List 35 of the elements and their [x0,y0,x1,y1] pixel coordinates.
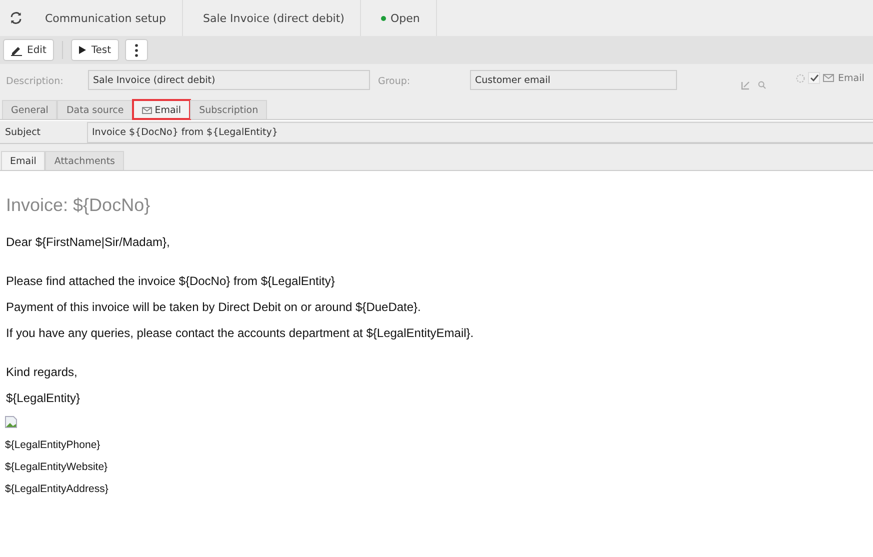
email-option-label: Email [838,72,864,84]
email-text: Payment of this invoice will be taken by Direct Debit on or around ${DueDate}. [6,300,422,314]
envelope-icon [142,106,152,114]
loading-icon [796,74,805,82]
field-label: Description: [6,76,64,87]
field-label: Group: [378,76,412,87]
email-text: If you have any queries, please contact the accounts department at ${LegalEntityEmail}. [6,326,475,340]
email-text: Kind regards, [6,365,78,379]
edit-button[interactable]: Edit [3,39,54,61]
tab[interactable]: Attachments [45,151,124,170]
email-text: Please find attached the invoice ${DocNo} from ${LegalEntity} [6,274,336,288]
test-button[interactable]: Test [71,39,120,61]
description-field[interactable]: Sale Invoice (direct debit) [88,70,370,90]
refresh-icon[interactable] [9,11,23,25]
tab[interactable]: Email [1,151,46,170]
group-field[interactable]: Customer email [470,70,677,90]
email-text: ${LegalEntityAddress} [5,483,110,495]
more-button[interactable] [125,39,148,61]
pencil-icon [11,44,22,56]
play-icon [79,46,86,54]
tab[interactable]: General [2,100,58,119]
email-text: ${LegalEntityWebsite} [5,461,109,473]
subject-field[interactable]: Invoice ${DocNo} from ${LegalEntity} [87,122,873,142]
envelope-icon [823,74,834,82]
more-icon [135,44,138,56]
tab[interactable]: Subscription [190,100,268,119]
email-heading: Invoice: ${DocNo} [6,195,152,216]
subject-label: Subject [4,126,42,138]
email-text: Dear ${FirstName|Sir/Madam}, [6,235,171,249]
email-text: ${LegalEntity} [6,391,82,405]
tab[interactable]: Data source [57,100,133,119]
email-checkbox[interactable] [808,72,820,84]
tab[interactable]: Email [132,100,190,119]
email-text: ${LegalEntityPhone} [5,439,102,451]
broken-image-icon [5,416,17,428]
